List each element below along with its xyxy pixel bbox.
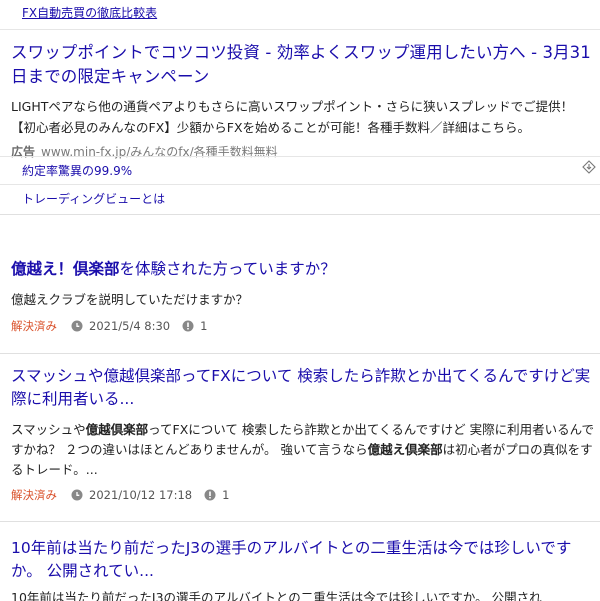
- answer-count: 1: [222, 488, 230, 502]
- ad-sitelink-execution-rate[interactable]: 約定率驚異の99.9%: [0, 157, 600, 185]
- answer-count-icon: [204, 489, 216, 501]
- top-sublink-row: FX自動売買の徹底比較表: [0, 0, 600, 30]
- qa-desc-text: スマッシュや: [11, 422, 86, 437]
- qa-title-link[interactable]: 10年前は当たり前だったJ3の選手のアルバイトとの二重生活は今では珍しいですか。…: [11, 537, 596, 583]
- ad-title-link[interactable]: スワップポイントでコツコツ投資 - 効率よくスワップ運用したい方へ - 3月31…: [11, 41, 596, 89]
- post-date: 2021/10/12 17:18: [89, 488, 193, 502]
- qa-description: 億越えクラブを説明していただけますか？: [11, 292, 249, 307]
- qa-description: スマッシュや億越倶楽部ってFXについて 検索したら詐欺とか出てくるんですけど 実…: [11, 420, 596, 480]
- qa-description: 10年前は当たり前だったJ3の選手のアルバイトとの二重生活は今では珍しいですか。…: [11, 590, 542, 601]
- qa-meta: 解決済み 2021/5/4 8:30 1: [11, 318, 207, 334]
- ad-sitelink-tradingview[interactable]: トレーディングビューとは: [0, 185, 600, 213]
- clock-icon: [71, 320, 83, 332]
- qa-title-rest: を体験された方っていますか？: [119, 260, 336, 278]
- search-results-page: FX自動売買の徹底比較表 スワップポイントでコツコツ投資 - 効率よくスワップ運…: [0, 0, 600, 601]
- clock-icon: [71, 489, 83, 501]
- qa-desc-highlight: 億越倶楽部: [85, 422, 149, 437]
- divider: [0, 521, 600, 522]
- answer-count: 1: [200, 319, 208, 333]
- ad-description: LIGHTペアなら他の通貨ペアよりもさらに高いスワップポイント・さらに狭いスプレ…: [11, 99, 574, 135]
- status-badge: 解決済み: [11, 319, 57, 333]
- post-date: 2021/5/4 8:30: [89, 319, 171, 333]
- divider: [0, 353, 600, 354]
- answer-count-icon: [182, 320, 194, 332]
- qa-title-link[interactable]: スマッシュや億越倶楽部ってFXについて 検索したら詐欺とか出てくるんですけど実際…: [11, 365, 596, 411]
- status-badge: 解決済み: [11, 488, 57, 502]
- sitelink-comparison[interactable]: FX自動売買の徹底比較表: [0, 0, 600, 27]
- qa-desc-highlight: 億越え倶楽部: [367, 442, 443, 457]
- ad-sitelink-row: トレーディングビューとは: [0, 184, 600, 215]
- ad-sitelink-row: 約定率驚異の99.9%: [0, 156, 600, 185]
- qa-title-highlight: 億越え！倶楽部: [11, 260, 120, 278]
- qa-meta: 解決済み 2021/10/12 17:18 1: [11, 487, 229, 503]
- qa-title-link[interactable]: 億越え！倶楽部を体験された方っていますか？: [11, 258, 596, 281]
